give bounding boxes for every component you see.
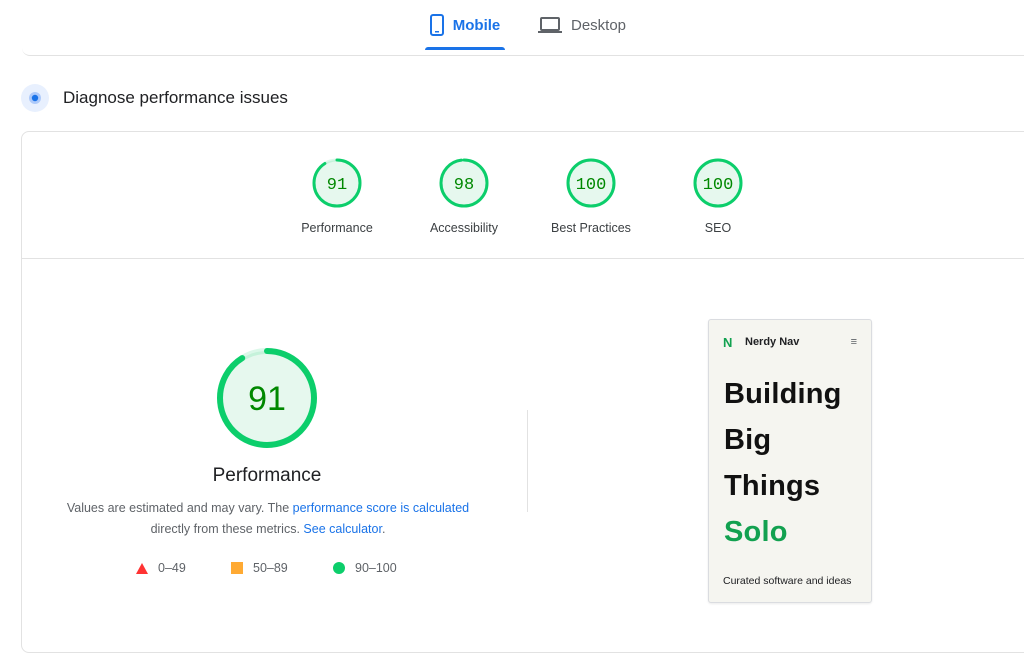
thumb-brand-name: Nerdy Nav xyxy=(745,336,800,348)
gauge-accessibility-ring: 98 xyxy=(439,158,489,208)
gauge-accessibility-label: Accessibility xyxy=(429,221,499,235)
gauge-best-practices-label: Best Practices xyxy=(551,221,631,235)
performance-description: Values are estimated and may vary. The p… xyxy=(58,498,478,540)
tab-desktop-label: Desktop xyxy=(571,16,627,34)
nerdy-nav-logo: N xyxy=(723,334,733,350)
gauge-performance[interactable]: 91 Performance xyxy=(282,157,392,235)
desc-text-1: Values are estimated and may vary. The xyxy=(66,501,293,515)
square-icon xyxy=(231,562,243,574)
diagnose-header: Diagnose performance issues xyxy=(21,84,288,112)
desc-text-2: directly from these metrics. xyxy=(150,522,304,536)
thumb-headline-3: Things xyxy=(724,470,821,502)
performance-score-link[interactable]: performance score is calculated xyxy=(293,501,469,515)
gauge-seo-score: 100 xyxy=(703,176,734,195)
diagnose-title: Diagnose performance issues xyxy=(63,88,288,107)
performance-title: Performance xyxy=(212,465,322,486)
gauge-seo-label: SEO xyxy=(704,221,732,235)
legend-fail: 0–49 xyxy=(136,561,186,575)
gauge-best-practices-ring: 100 xyxy=(566,158,616,208)
legend-fail-range: 0–49 xyxy=(158,561,186,575)
legend-pass-range: 90–100 xyxy=(355,561,397,575)
gauge-best-practices[interactable]: 100 Best Practices xyxy=(536,157,646,235)
gauge-best-practices-score: 100 xyxy=(576,176,607,195)
gauge-performance-ring: 91 xyxy=(312,158,362,208)
thumb-navbar: N Nerdy Nav ≡ xyxy=(723,334,857,350)
thumb-tagline: Curated software and ideas xyxy=(723,575,852,587)
thumb-headline-2: Big xyxy=(724,424,772,456)
hamburger-menu-icon: ≡ xyxy=(850,336,857,348)
see-calculator-link[interactable]: See calculator xyxy=(303,522,382,536)
gauge-accessibility[interactable]: 98 Accessibility xyxy=(409,157,519,235)
legend-average-range: 50–89 xyxy=(253,561,288,575)
tab-mobile-label: Mobile xyxy=(452,16,501,34)
performance-gauge-large: 91 xyxy=(217,348,317,448)
gauge-accessibility-score: 98 xyxy=(454,176,474,195)
performance-score-large: 91 xyxy=(248,380,286,418)
thumb-headline-4: Solo xyxy=(724,516,788,548)
tab-desktop[interactable]: Desktop xyxy=(538,0,626,50)
category-gauges: 91 Performance 98 Accessibility 100 Best… xyxy=(22,132,1024,259)
legend-pass: 90–100 xyxy=(333,561,397,575)
laptop-icon xyxy=(538,16,562,34)
legend-average: 50–89 xyxy=(231,561,288,575)
circle-icon xyxy=(333,562,345,574)
triangle-icon xyxy=(136,562,148,574)
tab-mobile[interactable]: Mobile xyxy=(425,0,505,50)
final-screenshot[interactable]: N Nerdy Nav ≡ Building Big Things Solo C… xyxy=(708,319,872,603)
desc-text-3: . xyxy=(381,522,386,536)
device-tabs: Mobile Desktop xyxy=(22,0,1024,56)
report-card: 91 Performance 98 Accessibility 100 Best… xyxy=(21,131,1024,653)
gauge-performance-label: Performance xyxy=(301,221,373,235)
gauge-seo-ring: 100 xyxy=(693,158,743,208)
active-tab-indicator xyxy=(425,47,505,50)
thumb-headline-1: Building xyxy=(724,378,842,410)
gauge-seo[interactable]: 100 SEO xyxy=(663,157,773,235)
gauge-performance-score: 91 xyxy=(327,176,347,195)
diagnose-icon xyxy=(21,84,49,112)
section-divider xyxy=(527,410,528,512)
phone-icon xyxy=(429,14,444,36)
